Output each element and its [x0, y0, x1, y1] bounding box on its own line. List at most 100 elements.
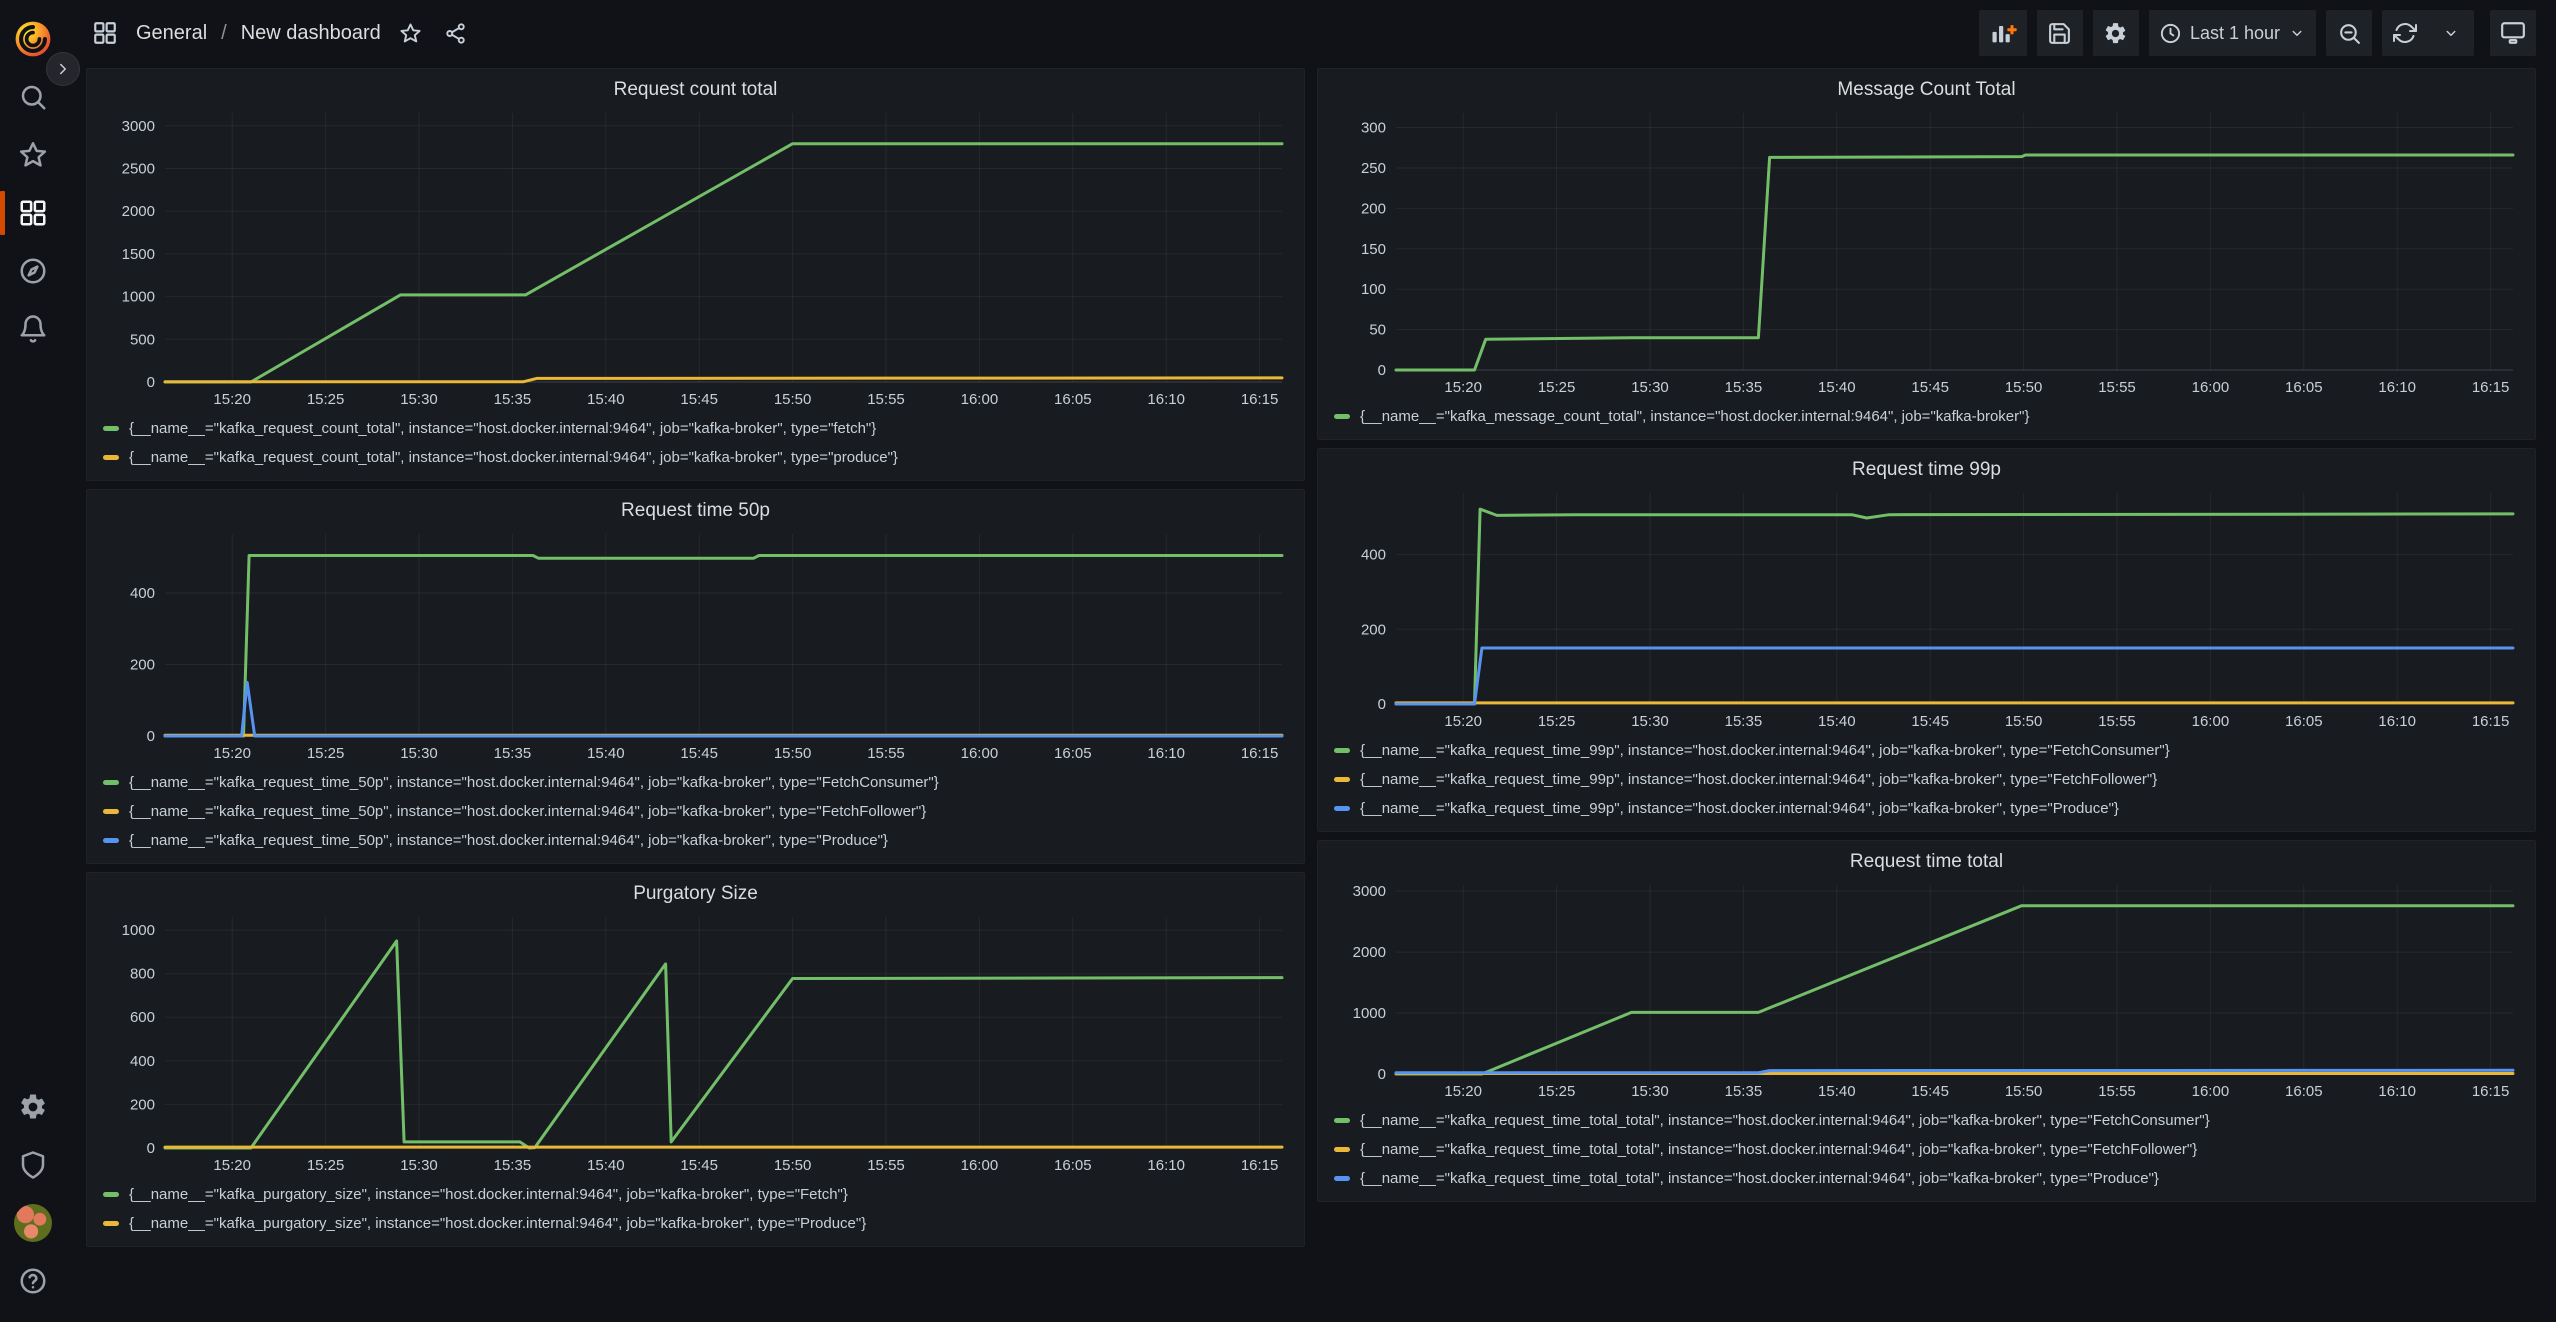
svg-text:16:00: 16:00: [2192, 379, 2230, 396]
legend-label: {__name__="kafka_request_time_total_tota…: [1360, 1170, 2159, 1187]
sidebar-item-configuration[interactable]: [0, 1078, 66, 1136]
grafana-logo-icon: [11, 17, 55, 61]
breadcrumb-section[interactable]: General: [136, 22, 207, 45]
legend-item[interactable]: {__name__="kafka_purgatory_size", instan…: [103, 1180, 1290, 1209]
svg-text:400: 400: [1361, 547, 1386, 564]
series-color-swatch: [103, 780, 119, 785]
page-title[interactable]: New dashboard: [241, 22, 381, 45]
timeseries-chart[interactable]: 15:2015:2515:3015:3515:4015:4515:5015:55…: [101, 909, 1290, 1178]
legend-label: {__name__="kafka_message_count_total", i…: [1360, 408, 2029, 425]
sidebar: [0, 0, 66, 1322]
svg-text:16:10: 16:10: [1147, 1157, 1185, 1174]
svg-text:15:20: 15:20: [1444, 713, 1482, 730]
sidebar-item-alerting[interactable]: [0, 300, 66, 358]
help-icon: [18, 1266, 48, 1296]
gear-icon: [18, 1092, 48, 1122]
time-range-label: Last 1 hour: [2190, 23, 2280, 44]
legend-item[interactable]: {__name__="kafka_request_time_50p", inst…: [103, 768, 1290, 797]
svg-text:16:10: 16:10: [2378, 713, 2416, 730]
sidebar-item-server-admin[interactable]: [0, 1136, 66, 1194]
series-color-swatch: [103, 426, 119, 431]
svg-text:3000: 3000: [122, 118, 155, 135]
legend-label: {__name__="kafka_request_time_total_tota…: [1360, 1141, 2197, 1158]
legend-item[interactable]: {__name__="kafka_request_time_total_tota…: [1334, 1135, 2521, 1164]
zoom-out-icon: [2337, 21, 2362, 46]
svg-text:0: 0: [1378, 362, 1386, 379]
legend-item[interactable]: {__name__="kafka_request_count_total", i…: [103, 414, 1290, 443]
dashboard-settings-button[interactable]: [2093, 10, 2139, 56]
legend-label: {__name__="kafka_request_count_total", i…: [129, 449, 898, 466]
svg-text:15:25: 15:25: [307, 1157, 345, 1174]
panel-title[interactable]: Purgatory Size: [101, 879, 1290, 909]
zoom-out-time-button[interactable]: [2326, 10, 2372, 56]
legend-item[interactable]: {__name__="kafka_message_count_total", i…: [1334, 402, 2521, 431]
compass-icon: [18, 256, 48, 286]
panel-title[interactable]: Request time total: [1332, 847, 2521, 877]
legend-item[interactable]: {__name__="kafka_request_time_99p", inst…: [1334, 736, 2521, 765]
share-icon: [444, 22, 467, 45]
share-dashboard-button[interactable]: [440, 18, 471, 49]
chart-legend: {__name__="kafka_request_time_99p", inst…: [1332, 734, 2521, 823]
legend-item[interactable]: {__name__="kafka_request_time_total_tota…: [1334, 1106, 2521, 1135]
sidebar-item-profile[interactable]: [0, 1194, 66, 1252]
svg-text:100: 100: [1361, 281, 1386, 298]
time-picker: Last 1 hour: [2149, 10, 2316, 56]
svg-text:15:55: 15:55: [2098, 379, 2136, 396]
legend-item[interactable]: {__name__="kafka_request_time_50p", inst…: [103, 826, 1290, 855]
svg-text:15:30: 15:30: [400, 391, 438, 408]
svg-text:15:25: 15:25: [1538, 1083, 1576, 1100]
timeseries-chart[interactable]: 15:2015:2515:3015:3515:4015:4515:5015:55…: [101, 526, 1290, 766]
svg-text:15:40: 15:40: [1818, 713, 1856, 730]
series-color-swatch: [1334, 1176, 1350, 1181]
sidebar-item-starred[interactable]: [0, 126, 66, 184]
add-panel-button[interactable]: [1979, 10, 2027, 56]
svg-text:15:35: 15:35: [1725, 713, 1763, 730]
svg-text:15:25: 15:25: [1538, 379, 1576, 396]
sidebar-expand-button[interactable]: [46, 52, 80, 86]
legend-item[interactable]: {__name__="kafka_request_time_99p", inst…: [1334, 765, 2521, 794]
legend-item[interactable]: {__name__="kafka_request_time_99p", inst…: [1334, 794, 2521, 823]
sidebar-item-explore[interactable]: [0, 242, 66, 300]
dashboard-toolbar: Last 1 hour: [1979, 10, 2536, 56]
timeseries-chart[interactable]: 15:2015:2515:3015:3515:4015:4515:5015:55…: [101, 105, 1290, 412]
svg-text:15:35: 15:35: [1725, 1083, 1763, 1100]
svg-text:500: 500: [130, 331, 155, 348]
svg-text:0: 0: [1378, 696, 1386, 713]
refresh-interval-button[interactable]: [2428, 10, 2474, 56]
save-dashboard-button[interactable]: [2037, 10, 2083, 56]
svg-text:15:20: 15:20: [213, 745, 251, 762]
legend-item[interactable]: {__name__="kafka_request_count_total", i…: [103, 443, 1290, 472]
legend-item[interactable]: {__name__="kafka_request_time_total_tota…: [1334, 1164, 2521, 1193]
series-color-swatch: [103, 838, 119, 843]
time-range-button[interactable]: Last 1 hour: [2149, 10, 2316, 56]
timeseries-chart[interactable]: 15:2015:2515:3015:3515:4015:4515:5015:55…: [1332, 105, 2521, 400]
svg-text:16:15: 16:15: [1241, 1157, 1279, 1174]
legend-label: {__name__="kafka_request_time_99p", inst…: [1360, 800, 2119, 817]
svg-text:150: 150: [1361, 241, 1386, 258]
legend-item[interactable]: {__name__="kafka_purgatory_size", instan…: [103, 1209, 1290, 1238]
svg-text:50: 50: [1369, 322, 1386, 339]
svg-text:15:45: 15:45: [1911, 379, 1949, 396]
panel-title[interactable]: Request time 99p: [1332, 455, 2521, 485]
sidebar-item-help[interactable]: [0, 1252, 66, 1310]
svg-text:16:00: 16:00: [961, 745, 999, 762]
legend-item[interactable]: {__name__="kafka_request_time_50p", inst…: [103, 797, 1290, 826]
star-dashboard-button[interactable]: [395, 18, 426, 49]
svg-text:15:50: 15:50: [774, 1157, 812, 1174]
sidebar-item-dashboards[interactable]: [0, 184, 66, 242]
panel-title[interactable]: Message Count Total: [1332, 75, 2521, 105]
chart-legend: {__name__="kafka_purgatory_size", instan…: [101, 1178, 1290, 1238]
cycle-view-mode-button[interactable]: [2490, 10, 2536, 56]
svg-text:16:05: 16:05: [2285, 713, 2323, 730]
panel-title[interactable]: Request time 50p: [101, 496, 1290, 526]
svg-text:3000: 3000: [1353, 883, 1386, 900]
gear-icon: [2103, 21, 2128, 46]
timeseries-chart[interactable]: 15:2015:2515:3015:3515:4015:4515:5015:55…: [1332, 877, 2521, 1104]
svg-text:15:25: 15:25: [1538, 713, 1576, 730]
timeseries-chart[interactable]: 15:2015:2515:3015:3515:4015:4515:5015:55…: [1332, 485, 2521, 734]
svg-text:16:05: 16:05: [2285, 1083, 2323, 1100]
panel-title[interactable]: Request count total: [101, 75, 1290, 105]
svg-text:200: 200: [1361, 200, 1386, 217]
svg-text:15:55: 15:55: [867, 1157, 905, 1174]
refresh-button[interactable]: [2382, 10, 2428, 56]
